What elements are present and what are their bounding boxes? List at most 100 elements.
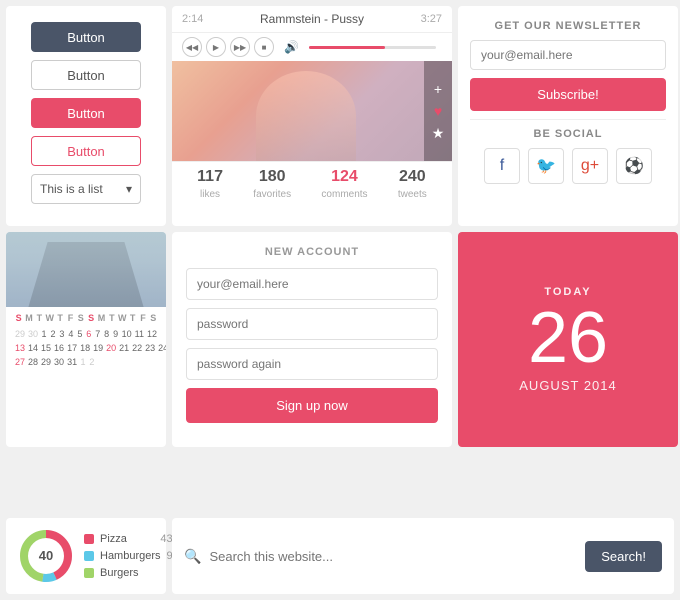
cal-cell[interactable]: 28: [27, 355, 39, 369]
cal-header-fri2: F: [138, 311, 147, 325]
cal-cell[interactable]: 8: [103, 327, 111, 341]
newsletter-title: GET OUR NEWSLETTER: [470, 20, 666, 32]
search-button[interactable]: Search!: [585, 541, 662, 572]
cal-cell[interactable]: 11: [134, 327, 145, 341]
cal-cell[interactable]: 19: [92, 341, 104, 355]
googleplus-button[interactable]: g+: [572, 148, 608, 184]
account-title: NEW ACCOUNT: [186, 246, 438, 258]
signup-button[interactable]: Sign up now: [186, 388, 438, 423]
cal-cell[interactable]: 1: [40, 327, 48, 341]
play-next-button[interactable]: ▶▶: [230, 37, 250, 57]
cal-cell[interactable]: 31: [66, 355, 78, 369]
twitter-button[interactable]: 🐦: [528, 148, 564, 184]
cal-cell[interactable]: 3: [58, 327, 66, 341]
button-red[interactable]: Button: [31, 98, 141, 128]
calendar-row-1: 29 30 1 2 3 4 5 6 7 8 9 10 11 12: [14, 327, 158, 341]
cal-cell[interactable]: 15: [40, 341, 52, 355]
today-panel: TODAY 26 AUGUST 2014: [458, 232, 678, 447]
progress-fill: [309, 46, 385, 49]
cal-cell[interactable]: 22: [131, 341, 143, 355]
button-outline[interactable]: Button: [31, 60, 141, 90]
legend-item-burgers: Burgers ...: [84, 567, 182, 579]
cal-cell[interactable]: 14: [27, 341, 39, 355]
twitter-icon: 🐦: [536, 156, 556, 176]
cal-cell[interactable]: 30: [27, 327, 39, 341]
heart-icon[interactable]: ♥: [434, 103, 442, 119]
dribbble-button[interactable]: ⚽: [616, 148, 652, 184]
cal-header-thu1: T: [55, 311, 64, 325]
cal-cell[interactable]: 24: [157, 341, 166, 355]
progress-bar[interactable]: [309, 46, 436, 49]
play-prev-button[interactable]: ◀◀: [182, 37, 202, 57]
cal-cell[interactable]: 6: [85, 327, 93, 341]
account-email-input[interactable]: [186, 268, 438, 300]
cal-header-mon1: M: [24, 311, 33, 325]
chart-panel: 40 Pizza 43% Hamburgers 9% Burgers ...: [6, 518, 166, 594]
cal-cell[interactable]: 10: [121, 327, 133, 341]
star-icon[interactable]: ★: [432, 125, 445, 142]
divider: [470, 119, 666, 120]
cal-cell[interactable]: 20: [105, 341, 117, 355]
cal-header-wed1: W: [45, 311, 54, 325]
account-password-again-input[interactable]: [186, 348, 438, 380]
account-password-input[interactable]: [186, 308, 438, 340]
cal-cell[interactable]: 13: [14, 341, 26, 355]
cal-cell-empty: [132, 355, 140, 369]
cal-cell[interactable]: 12: [146, 327, 158, 341]
button-dark[interactable]: Button: [31, 22, 141, 52]
dropdown-button[interactable]: This is a list ▾: [31, 174, 141, 204]
cal-cell[interactable]: 29: [14, 327, 26, 341]
legend-item-hamburgers: Hamburgers 9%: [84, 550, 182, 562]
stop-button[interactable]: ■: [254, 37, 274, 57]
today-month: AUGUST 2014: [519, 378, 616, 393]
music-action-overlay: + ♥ ★: [424, 61, 452, 161]
newsletter-email-input[interactable]: [470, 40, 666, 70]
search-input[interactable]: [209, 549, 577, 564]
cal-header-wed2: W: [118, 311, 127, 325]
chart-center-number: 40: [39, 548, 53, 563]
calendar-row-3: 27 28 29 30 31 1 2: [14, 355, 158, 369]
cal-cell[interactable]: 4: [67, 327, 75, 341]
newsletter-panel: GET OUR NEWSLETTER Subscribe! BE SOCIAL …: [458, 6, 678, 226]
play-button[interactable]: ▶: [206, 37, 226, 57]
search-icon: 🔍: [184, 548, 201, 565]
social-icons: f 🐦 g+ ⚽: [470, 148, 666, 184]
dribbble-icon: ⚽: [624, 156, 644, 176]
cal-header-sat2: S: [149, 311, 158, 325]
buttons-panel: Button Button Button Button This is a li…: [6, 6, 166, 226]
today-label: TODAY: [544, 286, 591, 298]
cal-header-fri1: F: [66, 311, 75, 325]
legend-dot-burgers: [84, 568, 94, 578]
cal-cell[interactable]: 5: [76, 327, 84, 341]
cal-cell[interactable]: 30: [53, 355, 65, 369]
cal-cell[interactable]: 9: [112, 327, 120, 341]
cal-cell[interactable]: 7: [94, 327, 102, 341]
volume-icon: 🔊: [284, 40, 299, 54]
legend-dot-pizza: [84, 534, 94, 544]
subscribe-button[interactable]: Subscribe!: [470, 78, 666, 111]
music-time-current: 2:14: [182, 13, 203, 25]
cal-cell[interactable]: 27: [14, 355, 26, 369]
cal-cell[interactable]: 21: [118, 341, 130, 355]
cal-cell[interactable]: 23: [144, 341, 156, 355]
cal-cell-empty: [141, 355, 149, 369]
facebook-button[interactable]: f: [484, 148, 520, 184]
cal-cell[interactable]: 29: [40, 355, 52, 369]
cal-header-sun1: S: [14, 311, 23, 325]
add-icon[interactable]: +: [434, 81, 442, 97]
cal-cell[interactable]: 1: [79, 355, 87, 369]
cal-cell[interactable]: 17: [66, 341, 78, 355]
cal-cell-empty: [106, 355, 114, 369]
music-album-art: + ♥ ★: [172, 61, 452, 161]
stat-comments: 124 comments: [321, 168, 367, 200]
social-title: BE SOCIAL: [470, 128, 666, 140]
cal-cell[interactable]: 16: [53, 341, 65, 355]
cal-header-tue1: T: [35, 311, 44, 325]
button-outline-red[interactable]: Button: [31, 136, 141, 166]
cal-cell[interactable]: 2: [88, 355, 96, 369]
calendar-image: [6, 232, 166, 307]
cal-cell[interactable]: 2: [49, 327, 57, 341]
today-number: 26: [528, 302, 608, 374]
cal-cell[interactable]: 18: [79, 341, 91, 355]
cal-header-sun2: S: [86, 311, 95, 325]
